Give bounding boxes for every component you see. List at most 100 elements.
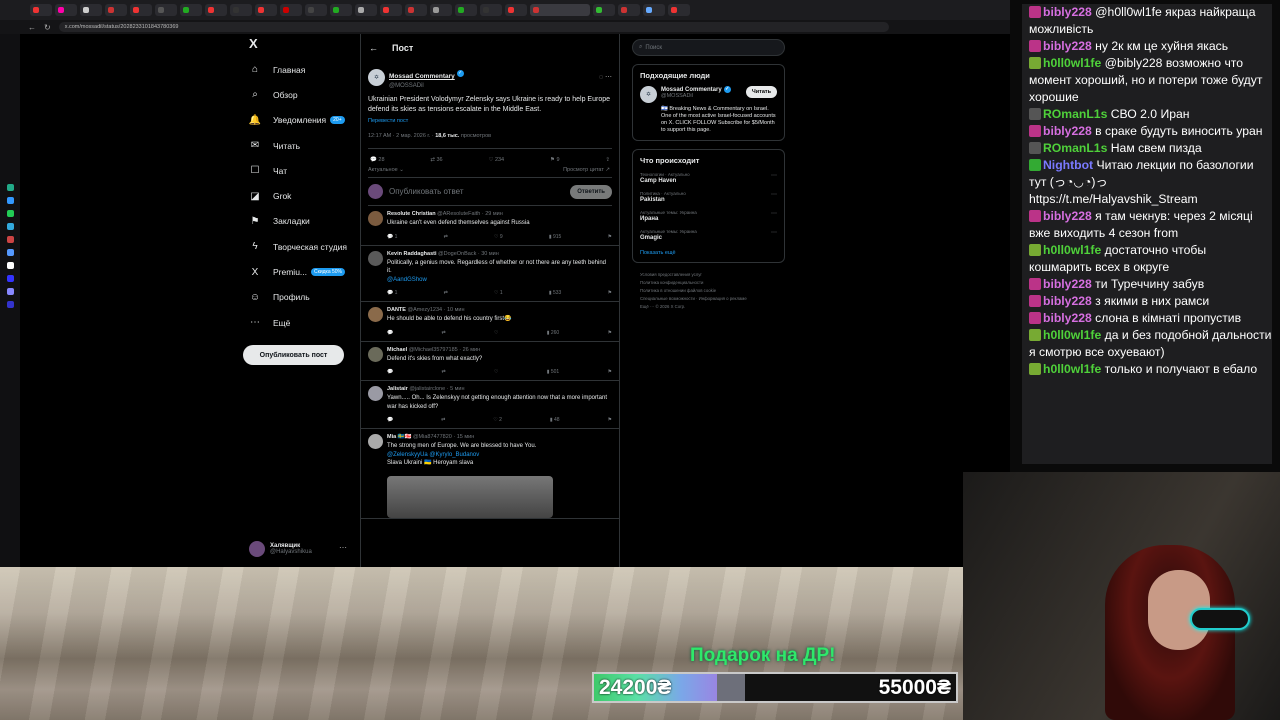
view-count[interactable]: ▮ 915 [549,234,561,240]
mention-link[interactable]: @ZelenskyyUa @Kyrylo_Budanov [387,451,612,460]
show-more-link[interactable]: Показать ещё [640,250,777,256]
translate-link[interactable]: Перевести пост [368,118,612,124]
sidebar-item[interactable]: ⚑ Закладки [243,209,358,234]
browser-tab[interactable] [55,4,77,16]
trend-item[interactable]: Актуальные темы: Украина Gmagic ⋯ [640,229,777,241]
reload-icon[interactable]: ↻ [44,23,51,32]
comment-author[interactable]: Jalistair [387,386,408,392]
browser-tab[interactable] [455,4,477,16]
repost-count[interactable]: ⇄ 36 [430,157,442,163]
sidebar-app-icon[interactable] [6,184,14,191]
reply-button[interactable]: Ответить [570,184,612,199]
browser-tab[interactable] [305,4,327,16]
bookmark-icon[interactable]: ⚑ [608,290,612,296]
sidebar-item[interactable]: ⌕ Обзор [243,82,358,107]
publish-post-button[interactable]: Опубликовать пост [243,345,344,366]
author-name[interactable]: Mossad Commentary [389,73,455,80]
comment[interactable]: DANTE @Amezy1234 · 10 мин He should be ab… [361,302,619,342]
chat-username[interactable]: ROmanL1s [1043,107,1107,121]
sidebar-app-icon[interactable] [6,301,14,308]
browser-tab[interactable] [593,4,615,16]
browser-tab[interactable] [30,4,52,16]
view-quotes-link[interactable]: Просмотр цитат ↗ [563,167,610,173]
view-count[interactable]: ▮ 260 [547,330,559,336]
chat-username[interactable]: h0ll0wl1fe [1043,362,1101,376]
sidebar-item[interactable]: ☐ Чат [243,158,358,183]
sidebar-item[interactable]: ✉ Читать [243,133,358,158]
like-count[interactable]: ♡ [494,330,498,336]
footer-link[interactable]: Условия предоставления услуг [640,271,785,279]
repost-count[interactable]: ⇄ [442,330,446,336]
account-switcher[interactable]: Халявщик @Halyavshikua ⋯ [249,541,347,557]
browser-tab[interactable] [255,4,277,16]
chat-username[interactable]: h0ll0wl1fe [1043,243,1101,257]
grok-icon[interactable]: ◌ ⋯ [599,73,612,81]
share-icon[interactable]: ⇪ [605,157,610,163]
chat-username[interactable]: bibly228 [1043,294,1092,308]
like-count[interactable]: ♡ [494,369,498,375]
chat-username[interactable]: bibly228 [1043,39,1092,53]
browser-tab[interactable] [80,4,102,16]
sidebar-app-icon[interactable] [6,275,14,282]
chat-username[interactable]: bibly228 [1043,5,1092,19]
more-icon[interactable]: ⋯ [771,210,777,217]
browser-tab[interactable] [230,4,252,16]
address-bar[interactable]: x.com/mossadil/status/202823310184378036… [58,22,889,32]
sidebar-item[interactable]: ◪ Grok [243,183,358,208]
back-arrow-icon[interactable]: ← [369,43,378,53]
comment[interactable]: Resolute Christian @AResoluteFaith · 29 … [361,206,619,246]
chat-username[interactable]: bibly228 [1043,209,1092,223]
avatar[interactable] [368,386,383,401]
like-count[interactable]: ♡ 234 [488,157,504,163]
more-icon[interactable]: ⋯ [771,229,777,236]
back-icon[interactable]: ← [28,23,36,32]
chat-username[interactable]: bibly228 [1043,277,1092,291]
comment-author[interactable]: Kevin Raddaghasti [387,251,437,257]
comment-author[interactable]: DANTE [387,307,406,313]
sidebar-app-icon[interactable] [6,236,14,243]
comment-author[interactable]: Resolute Christian [387,211,436,217]
footer-link[interactable]: Специальные возможности · Информация о р… [640,295,785,303]
reply-input[interactable]: Опубликовать ответ [389,187,564,196]
sidebar-app-icon[interactable] [6,210,14,217]
chat-username[interactable]: h0ll0wl1fe [1043,328,1101,342]
sidebar-app-icon[interactable] [6,197,14,204]
sidebar-item[interactable]: ☺ Профиль [243,285,358,310]
browser-tab[interactable] [105,4,127,16]
chat-username[interactable]: bibly228 [1043,124,1092,138]
repost-count[interactable]: ⇄ [441,417,445,423]
comment[interactable]: Mia 🇸🇪🇬🇪 @Mia87477820 · 15 мин The strong… [361,429,619,519]
more-icon[interactable]: ⋯ [771,172,777,179]
footer-link[interactable]: Политика конфиденциальности [640,279,785,287]
sort-dropdown[interactable]: Актуальное ⌄ [368,167,404,173]
sidebar-item[interactable]: 🔔 Уведомления 20+ [243,108,358,133]
reply-count[interactable]: 💬 1 [387,290,397,296]
sidebar-app-icon[interactable] [6,288,14,295]
chat-username[interactable]: ROmanL1s [1043,141,1107,155]
like-count[interactable]: ♡ 2 [493,417,502,423]
browser-tab[interactable] [205,4,227,16]
sidebar-app-icon[interactable] [6,262,14,269]
sidebar-item[interactable]: ⋯ Ещё [243,310,358,335]
browser-tab[interactable] [380,4,402,16]
browser-tab[interactable] [618,4,640,16]
browser-tab[interactable] [155,4,177,16]
trend-item[interactable]: Политика · Актуально Pakistan ⋯ [640,191,777,203]
comment[interactable]: Michael @Michael35797185 · 26 мин Defend … [361,342,619,381]
media-thumbnail[interactable] [387,475,553,518]
browser-tab[interactable] [430,4,452,16]
more-icon[interactable]: ⋯ [339,543,347,552]
browser-tab[interactable] [330,4,352,16]
reply-count[interactable]: 💬 [387,417,393,423]
browser-tab[interactable] [405,4,427,16]
bookmark-icon[interactable]: ⚑ [607,330,611,336]
reply-count[interactable]: 💬 [387,330,393,336]
chat-username[interactable]: h0ll0wl1fe [1043,56,1101,70]
browser-tab[interactable] [130,4,152,16]
reply-count[interactable]: 💬 28 [370,157,385,163]
view-count[interactable]: ▮ 533 [549,290,561,296]
reply-count[interactable]: 💬 1 [387,234,397,240]
more-icon[interactable]: ⋯ [771,191,777,198]
browser-tab[interactable] [505,4,527,16]
like-count[interactable]: ♡ 9 [494,234,503,240]
